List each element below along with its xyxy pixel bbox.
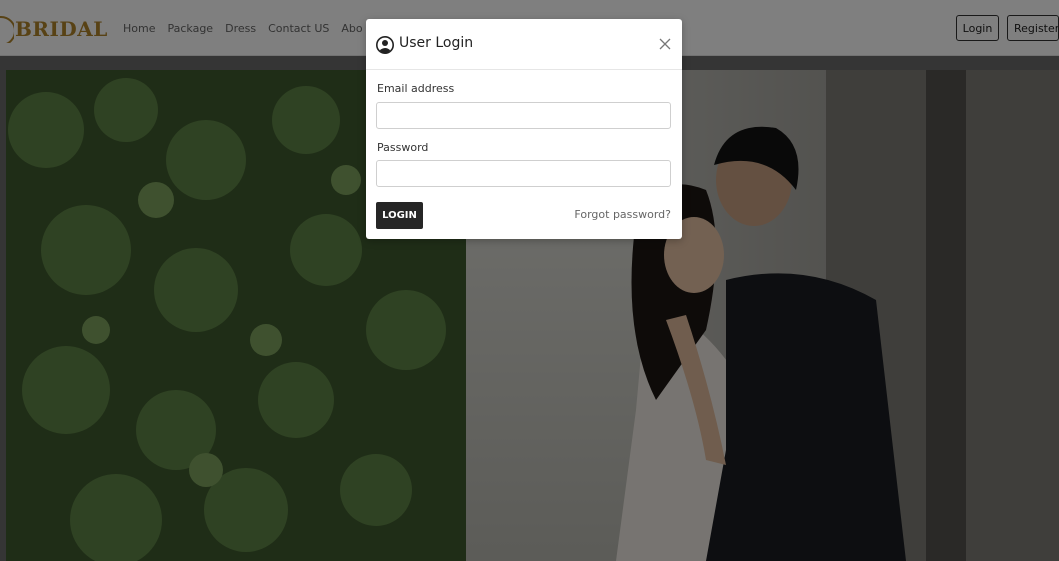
email-label: Email address — [377, 82, 455, 95]
modal-header: User Login — [366, 19, 682, 70]
forgot-password-link[interactable]: Forgot password? — [574, 208, 671, 221]
password-label: Password — [377, 141, 429, 154]
login-submit-button[interactable]: LOGIN — [376, 202, 423, 229]
user-circle-icon — [376, 36, 394, 54]
login-modal: User Login Email address Password LOGIN … — [366, 19, 682, 239]
password-field[interactable] — [376, 160, 671, 187]
close-icon[interactable] — [659, 38, 671, 50]
email-field[interactable] — [376, 102, 671, 129]
modal-title: User Login — [399, 35, 474, 51]
